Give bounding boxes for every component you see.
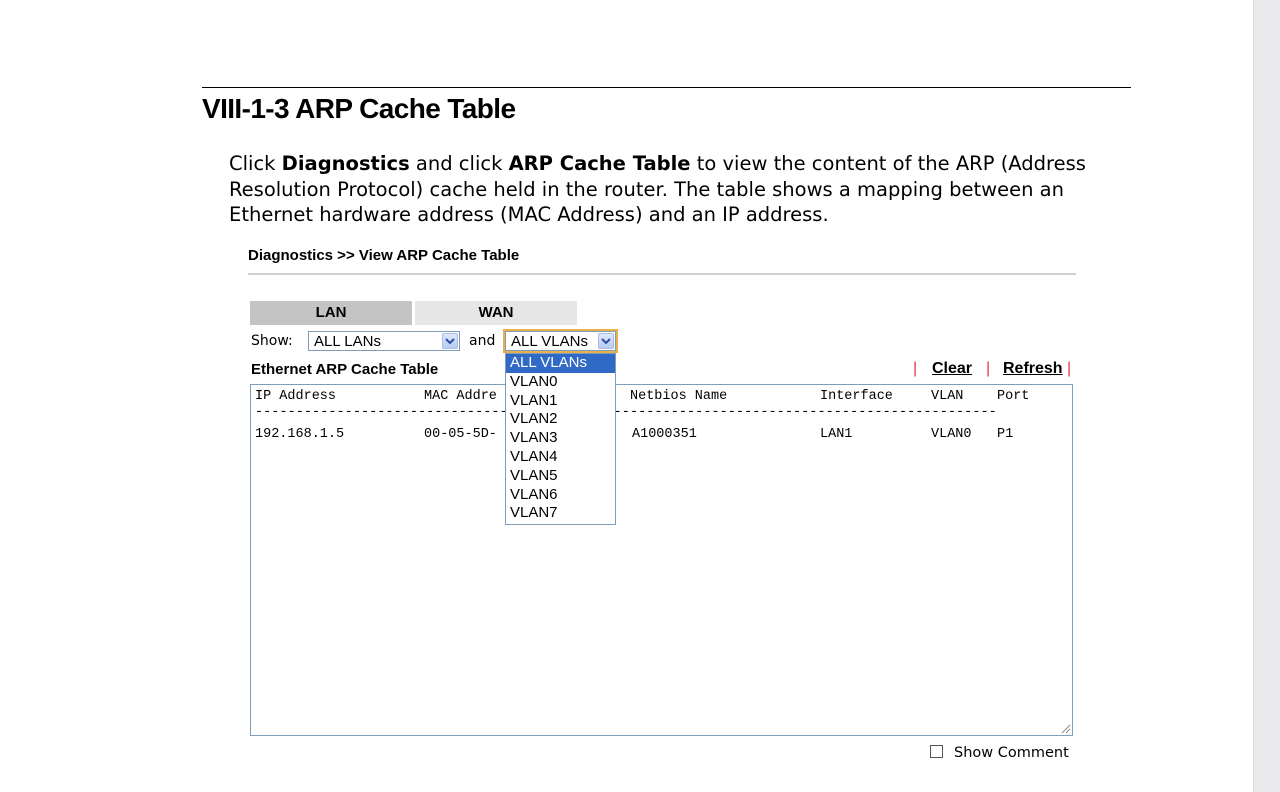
action-separator: |	[1067, 360, 1072, 377]
section-divider	[202, 87, 1131, 88]
action-separator: |	[913, 360, 918, 377]
vlan-option-4[interactable]: VLAN4	[506, 448, 615, 467]
row-interface: LAN1	[820, 427, 853, 442]
breadcrumb: Diagnostics >> View ARP Cache Table	[248, 247, 520, 264]
intro-bold-arp-cache-table: ARP Cache Table	[508, 152, 691, 175]
row-netbios: A1000351	[632, 427, 697, 442]
row-port: P1	[997, 427, 1014, 442]
chevron-down-icon[interactable]	[598, 333, 614, 349]
show-comment-label: Show Comment	[954, 745, 1069, 761]
show-comment-checkbox[interactable]	[930, 745, 943, 758]
table-title: Ethernet ARP Cache Table	[251, 361, 439, 378]
tab-wan[interactable]: WAN	[415, 301, 577, 325]
intro-paragraph: Click Diagnostics and click ARP Cache Ta…	[229, 151, 1089, 228]
vlan-option-5[interactable]: VLAN5	[506, 467, 615, 486]
intro-text-1: Click	[229, 152, 282, 175]
vlan-option-7[interactable]: VLAN7	[506, 504, 615, 523]
clear-link[interactable]: Clear	[932, 360, 972, 378]
row-mac: 00-05-5D-	[424, 427, 497, 442]
vlan-option-all[interactable]: ALL VLANs	[506, 354, 615, 373]
show-label: Show:	[251, 333, 293, 349]
page-scrollbar[interactable]	[1253, 0, 1280, 792]
vlan-select[interactable]: ALL VLANs	[503, 329, 618, 353]
intro-bold-diagnostics: Diagnostics	[281, 152, 410, 175]
vlan-option-3[interactable]: VLAN3	[506, 429, 615, 448]
vlan-option-1[interactable]: VLAN1	[506, 392, 615, 411]
vlan-select-value: ALL VLANs	[511, 333, 588, 350]
action-separator: |	[986, 360, 991, 377]
and-label: and	[469, 333, 496, 349]
tab-lan[interactable]: LAN	[250, 301, 412, 325]
vlan-option-2[interactable]: VLAN2	[506, 410, 615, 429]
vlan-option-0[interactable]: VLAN0	[506, 373, 615, 392]
row-vlan: VLAN0	[931, 427, 972, 442]
row-ip: 192.168.1.5	[255, 427, 345, 442]
intro-text-2: and click	[409, 152, 509, 175]
breadcrumb-divider	[248, 273, 1076, 275]
column-header-port: Port	[997, 389, 1030, 404]
vlan-dropdown-list[interactable]: ALL VLANs VLAN0 VLAN1 VLAN2 VLAN3 VLAN4 …	[505, 353, 616, 525]
lan-select-value: ALL LANs	[314, 333, 381, 350]
lan-select[interactable]: ALL LANs	[308, 331, 460, 351]
vlan-option-6[interactable]: VLAN6	[506, 486, 615, 505]
chevron-down-icon[interactable]	[442, 333, 458, 349]
resize-grip-icon[interactable]	[1059, 722, 1071, 734]
refresh-link[interactable]: Refresh	[1003, 360, 1063, 378]
section-title: VIII-1-3 ARP Cache Table	[202, 93, 516, 124]
header-separator: ----------------------------------------…	[255, 405, 997, 420]
